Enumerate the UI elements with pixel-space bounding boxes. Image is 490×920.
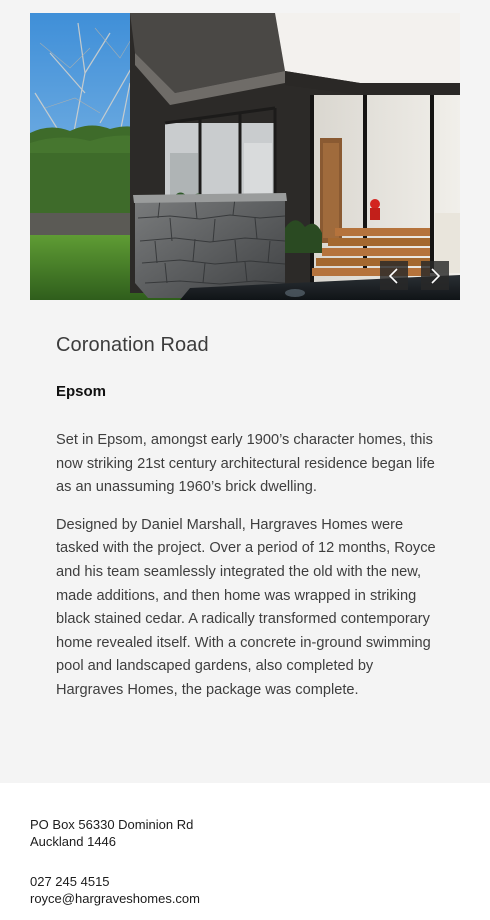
- footer: PO Box 56330 Dominion Rd Auckland 1446 0…: [0, 783, 490, 920]
- gallery-prev-button[interactable]: [380, 261, 408, 290]
- footer-address-line2: Auckland 1446: [30, 834, 117, 849]
- project-details: Coronation Road Epsom Set in Epsom, amon…: [56, 330, 436, 703]
- project-suburb: Epsom: [56, 383, 107, 400]
- house-photo: [30, 13, 460, 300]
- chevron-left-icon: [388, 267, 398, 284]
- gallery-next-button[interactable]: [421, 261, 449, 290]
- chevron-right-icon: [431, 267, 441, 284]
- project-description-paragraph: Designed by Daniel Marshall, Hargraves H…: [56, 516, 436, 698]
- footer-address-line1: PO Box 56330 Dominion Rd: [30, 817, 194, 832]
- project-title: Coronation Road: [56, 334, 209, 356]
- hero-gallery: [30, 13, 460, 300]
- project-description-paragraph: Set in Epsom, amongst early 1900’s chara…: [56, 432, 435, 496]
- footer-email[interactable]: royce@hargraveshomes.com: [30, 891, 200, 907]
- footer-phone[interactable]: 027 245 4515: [30, 874, 110, 890]
